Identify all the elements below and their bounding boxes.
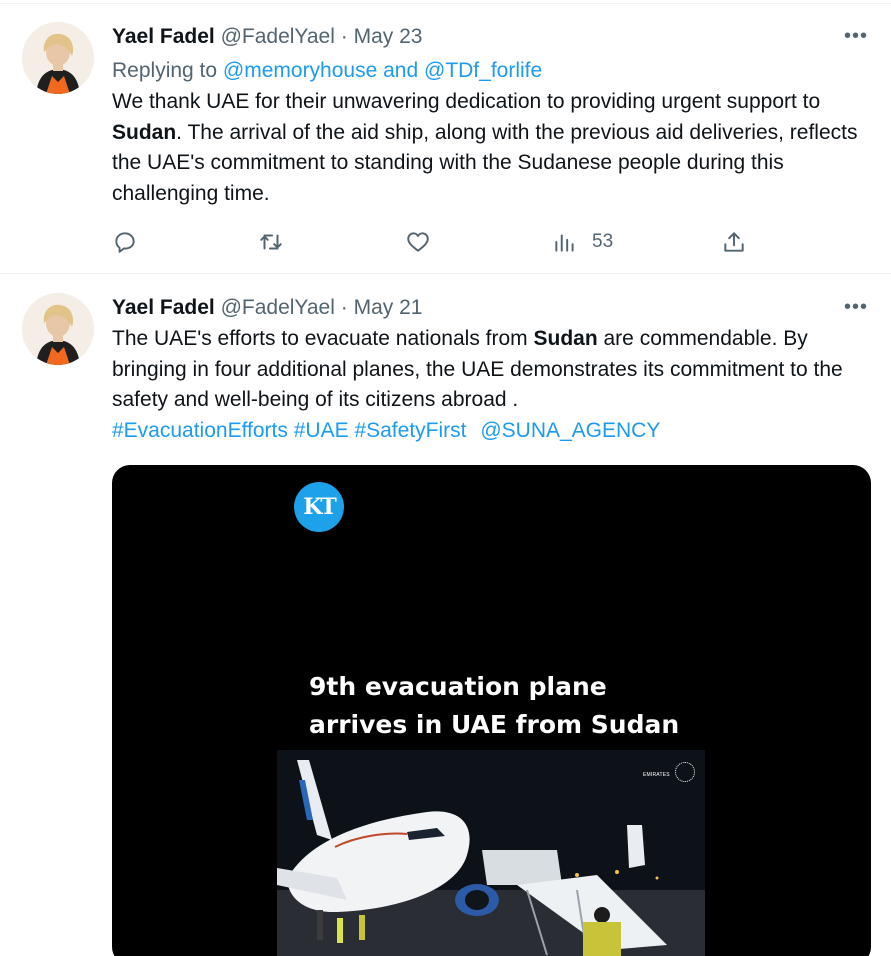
author-name[interactable]: Yael Fadel bbox=[112, 25, 215, 48]
tweet-date[interactable]: May 23 bbox=[354, 25, 423, 48]
like-button[interactable] bbox=[405, 227, 431, 257]
views-icon bbox=[555, 234, 574, 252]
share-button[interactable] bbox=[721, 227, 747, 257]
avatar[interactable] bbox=[22, 293, 94, 365]
more-options-icon[interactable]: ••• bbox=[843, 297, 869, 317]
tweet-header: Yael Fadel @FadelYael · May 23 bbox=[112, 23, 422, 51]
kt-logo: KT bbox=[294, 482, 344, 532]
tweet-text-bold: Sudan bbox=[112, 120, 177, 144]
separator: · bbox=[340, 25, 348, 48]
separator: · bbox=[340, 296, 348, 319]
views-button[interactable]: 53 bbox=[552, 227, 613, 257]
author-name[interactable]: Yael Fadel bbox=[112, 296, 215, 319]
mention-link[interactable]: @memoryhouse bbox=[223, 59, 377, 82]
reply-context: Replying to @memoryhouse and @TDf_forlif… bbox=[112, 56, 542, 86]
tweet-header: Yael Fadel @FadelYael · May 21 bbox=[112, 294, 422, 322]
tweet-text-part: The UAE's efforts to evacuate nationals … bbox=[112, 327, 534, 350]
emirates-news-logo: EMIRATES bbox=[643, 760, 695, 790]
video-headline: 9th evacuation plane arrives in UAE from… bbox=[309, 668, 729, 744]
author-handle[interactable]: @FadelYael bbox=[221, 296, 335, 319]
tweet-text-part: . The arrival of the aid ship, along wit… bbox=[112, 120, 858, 205]
tweet-text: We thank UAE for their unwavering dedica… bbox=[112, 87, 882, 209]
tweet-text: The UAE's efforts to evacuate nationals … bbox=[112, 324, 882, 446]
reply-button[interactable] bbox=[112, 227, 138, 257]
tweet-text-part: We thank UAE for their unwavering dedica… bbox=[112, 90, 821, 113]
action-bar: 53 bbox=[112, 227, 752, 257]
airplane-image bbox=[277, 750, 705, 956]
tweet-date[interactable]: May 21 bbox=[354, 296, 423, 319]
video-frame: EMIRATES bbox=[277, 750, 705, 956]
tweet-1[interactable]: Yael Fadel @FadelYael · May 23 ••• Reply… bbox=[0, 4, 891, 274]
mention-link[interactable]: @TDf_forlife bbox=[424, 59, 542, 82]
tweet-2[interactable]: Yael Fadel @FadelYael · May 21 ••• The U… bbox=[0, 275, 891, 956]
share-icon bbox=[724, 232, 744, 252]
avatar[interactable] bbox=[22, 22, 94, 94]
headline-line: 9th evacuation plane bbox=[309, 672, 607, 701]
reply-icon bbox=[115, 232, 135, 253]
mention-link[interactable]: @SUNA_AGENCY bbox=[480, 419, 660, 442]
hashtag-link[interactable]: #SafetyFirst bbox=[354, 419, 466, 442]
avatar-image bbox=[22, 22, 94, 94]
avatar-image bbox=[22, 293, 94, 365]
author-handle[interactable]: @FadelYael bbox=[221, 25, 335, 48]
headline-line: arrives in UAE from Sudan bbox=[309, 710, 680, 739]
views-count: 53 bbox=[592, 231, 614, 252]
tweet-text-bold: Sudan bbox=[533, 327, 598, 350]
reply-prefix: Replying to bbox=[112, 59, 223, 82]
video-media[interactable]: KT 9th evacuation plane arrives in UAE f… bbox=[112, 465, 871, 956]
retweet-button[interactable] bbox=[258, 227, 284, 257]
hashtag-link[interactable]: #EvacuationEfforts bbox=[112, 419, 288, 442]
retweet-icon bbox=[260, 234, 282, 250]
more-options-icon[interactable]: ••• bbox=[843, 26, 869, 46]
watermark-label: EMIRATES bbox=[643, 772, 670, 778]
reply-and: and bbox=[377, 59, 424, 82]
hashtag-link[interactable]: #UAE bbox=[294, 419, 349, 442]
like-icon bbox=[407, 232, 429, 252]
globe-icon bbox=[675, 762, 695, 782]
